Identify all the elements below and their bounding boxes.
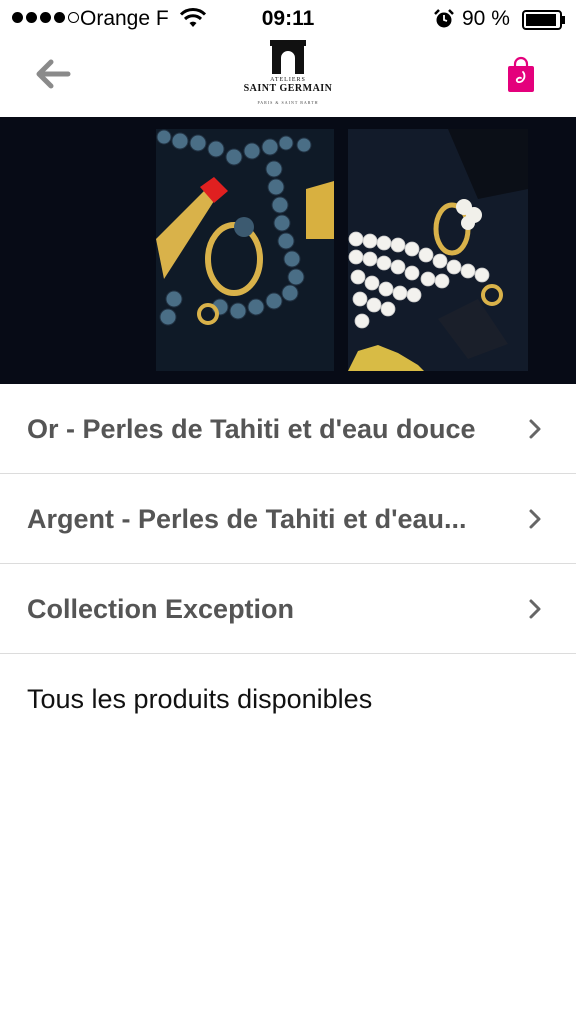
arrow-left-icon (36, 59, 71, 89)
battery-icon (522, 10, 565, 30)
list-item-label: Collection Exception (27, 594, 295, 624)
photo-white-pearls-gold (348, 129, 528, 371)
list-item-argent-perles[interactable]: Argent - Perles de Tahiti et d'eau... (0, 474, 576, 564)
shopping-bag-icon (508, 56, 534, 92)
list-item-or-perles[interactable]: Or - Perles de Tahiti et d'eau douce (0, 384, 576, 474)
category-list: Or - Perles de Tahiti et d'eau douce Arg… (0, 384, 576, 744)
navigation-bar: ATELIERS SAINT GERMAIN PARIS & SAINT BAR… (0, 40, 576, 117)
list-item-tous-les-produits[interactable]: Tous les produits disponibles (0, 654, 576, 744)
list-item-label: Or - Perles de Tahiti et d'eau douce (27, 414, 476, 444)
list-item-label: Tous les produits disponibles (27, 684, 373, 714)
arch-logo-icon (270, 40, 306, 74)
chevron-right-icon (529, 419, 541, 439)
status-bar: Orange F 09:11 90 % (0, 0, 576, 40)
alarm-clock-icon (434, 9, 454, 28)
hero-banner (0, 117, 576, 384)
logo-line-saint-germain: SAINT GERMAIN (243, 83, 333, 94)
chevron-right-icon (529, 599, 541, 619)
logo-line-tagline: PARIS & SAINT BARTH (257, 100, 319, 105)
battery-percentage: 90 % (462, 7, 510, 30)
cart-button[interactable] (504, 56, 538, 94)
list-item-label: Argent - Perles de Tahiti et d'eau... (27, 504, 467, 534)
photo-tahiti-pearls-gold (156, 129, 334, 371)
back-button[interactable] (30, 56, 78, 92)
chevron-right-icon (529, 509, 541, 529)
brand-logo: ATELIERS SAINT GERMAIN PARIS & SAINT BAR… (228, 40, 348, 117)
list-item-collection-exception[interactable]: Collection Exception (0, 564, 576, 654)
